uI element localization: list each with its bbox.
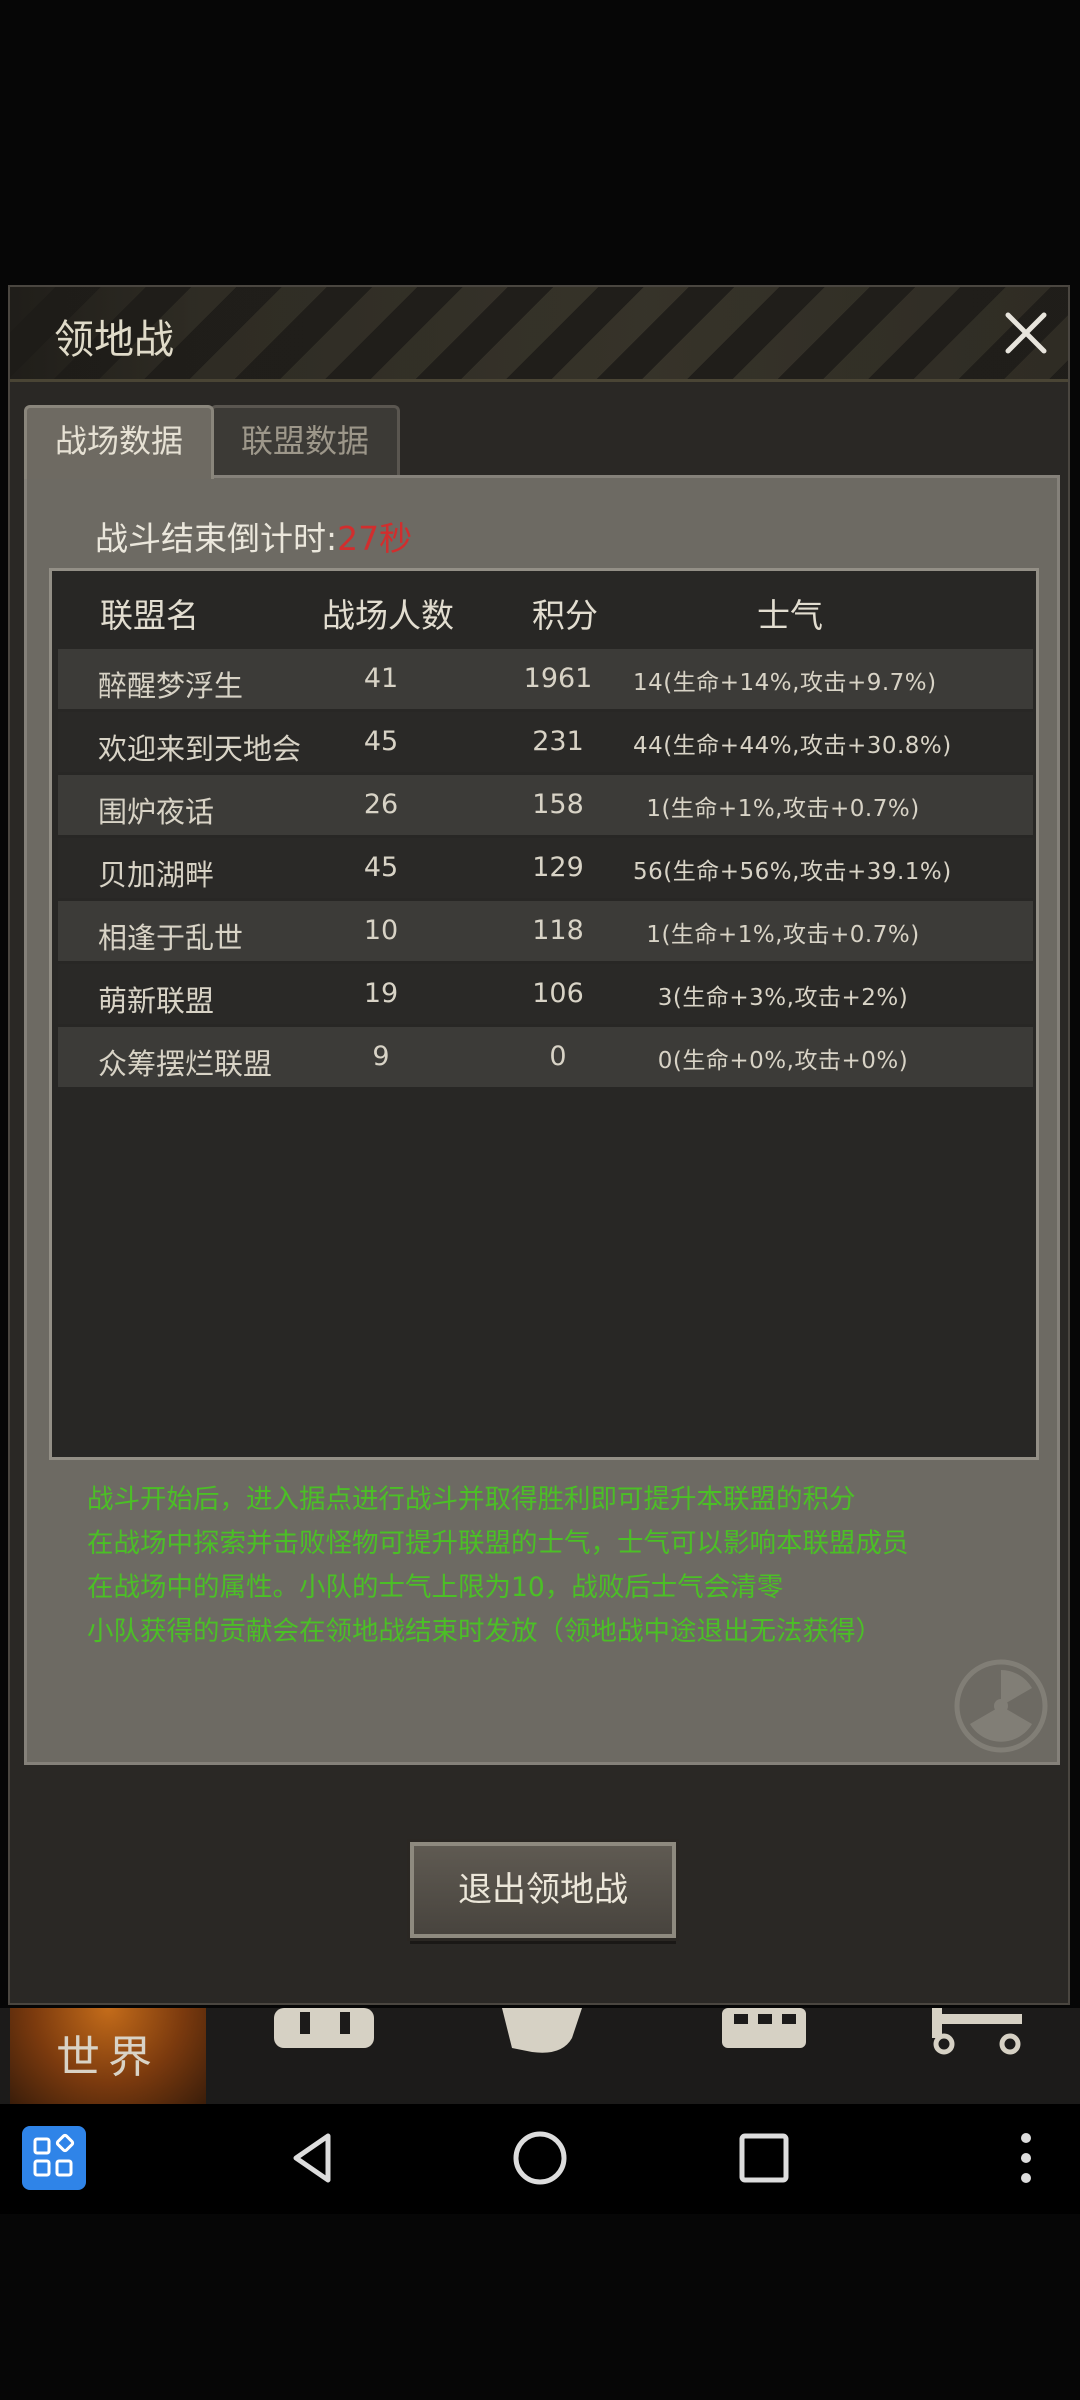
battlefield-count: 45 — [363, 726, 399, 757]
battlefield-count: 41 — [363, 663, 399, 694]
header-score: 积分 — [532, 596, 598, 635]
home-icon[interactable] — [508, 2126, 572, 2190]
alliance-score: 158 — [532, 789, 584, 820]
alliance-score: 118 — [532, 915, 584, 946]
alliance-morale: 3(生命+3%,攻击+2%) — [657, 985, 909, 1011]
battlefield-count: 26 — [363, 789, 399, 820]
alliance-score: 1961 — [523, 663, 593, 694]
apps-icon — [33, 2133, 75, 2177]
table-row: 相逢于乱世 10 118 1(生命+1%,攻击+0.7%) — [58, 901, 1033, 961]
header-morale: 士气 — [757, 596, 823, 635]
alliance-morale: 14(生命+14%,攻击+9.7%) — [633, 670, 937, 696]
tab-battlefield-data[interactable]: 战场数据 — [24, 405, 214, 479]
apps-button[interactable] — [22, 2126, 86, 2190]
alliance-morale: 56(生命+56%,攻击+39.1%) — [633, 859, 952, 885]
alliance-name: 萌新联盟 — [98, 984, 215, 1018]
alliance-name: 贝加湖畔 — [98, 858, 215, 892]
system-navigation-bar — [0, 2104, 1080, 2214]
recents-icon[interactable] — [732, 2126, 796, 2190]
battlefield-panel: 战斗结束倒计时:27秒 联盟名 战场人数 积分 士气 醉醒梦浮生 41 1961… — [24, 475, 1060, 1765]
alliance-name: 欢迎来到天地会 — [98, 732, 302, 766]
countdown-label: 战斗结束倒计时: — [95, 519, 338, 558]
alliance-name: 围炉夜话 — [98, 795, 215, 829]
character-icon[interactable] — [492, 2008, 602, 2068]
countdown-value: 27秒 — [337, 519, 413, 558]
title-bar: 领地战 — [10, 287, 1068, 382]
battlefield-count: 10 — [363, 915, 399, 946]
building-icon[interactable] — [712, 2008, 822, 2068]
battle-rules-notes: 战斗开始后，进入据点进行战斗并取得胜利即可提升本联盟的积分 在战场中探索并击败怪… — [87, 1478, 1027, 1654]
rule-line: 在战场中的属性。小队的士气上限为10，战败后士气会清零 — [87, 1572, 784, 1603]
table-row: 萌新联盟 19 106 3(生命+3%,攻击+2%) — [58, 964, 1033, 1024]
header-alliance-name: 联盟名 — [100, 596, 199, 635]
alliance-score: 106 — [532, 978, 584, 1009]
vehicle-icon[interactable] — [922, 2008, 1032, 2068]
table-row: 醉醒梦浮生 41 1961 14(生命+14%,攻击+9.7%) — [58, 649, 1033, 709]
alliance-morale: 1(生命+1%,攻击+0.7%) — [646, 922, 920, 948]
rule-line: 小队获得的贡献会在领地战结束时发放（领地战中途退出无法获得） — [87, 1616, 882, 1647]
backpack-icon[interactable] — [270, 2008, 380, 2068]
alliance-score: 231 — [532, 726, 584, 757]
back-icon[interactable] — [282, 2126, 346, 2190]
header-battlefield-count: 战场人数 — [322, 596, 454, 635]
alliance-ranking-table: 联盟名 战场人数 积分 士气 醉醒梦浮生 41 1961 14(生命+14%,攻… — [49, 568, 1039, 1460]
exit-territory-war-button[interactable]: 退出领地战 — [410, 1842, 676, 1938]
alliance-morale: 0(生命+0%,攻击+0%) — [657, 1048, 909, 1074]
rule-line: 在战场中探索并击败怪物可提升联盟的士气，士气可以影响本联盟成员 — [87, 1528, 909, 1559]
rule-line: 战斗开始后，进入据点进行战斗并取得胜利即可提升本联盟的积分 — [87, 1484, 856, 1515]
close-icon — [1005, 312, 1047, 354]
game-bottom-nav: 世界 — [0, 2008, 1080, 2104]
battlefield-count: 45 — [363, 852, 399, 883]
nav-world-label: 世界 — [56, 2032, 160, 2083]
table-header: 联盟名 战场人数 积分 士气 — [52, 571, 1036, 649]
table-row: 欢迎来到天地会 45 231 44(生命+44%,攻击+30.8%) — [58, 712, 1033, 772]
close-button[interactable] — [998, 305, 1054, 361]
alliance-name: 相逢于乱世 — [98, 921, 244, 955]
tab-alliance-data[interactable]: 联盟数据 — [210, 405, 400, 479]
battlefield-count: 19 — [363, 978, 399, 1009]
dialog-title: 领地战 — [54, 317, 174, 363]
radiation-icon — [954, 1659, 1048, 1753]
table-row: 众筹摆烂联盟 9 0 0(生命+0%,攻击+0%) — [58, 1027, 1033, 1087]
alliance-morale: 44(生命+44%,攻击+30.8%) — [633, 733, 952, 759]
table-row: 贝加湖畔 45 129 56(生命+56%,攻击+39.1%) — [58, 838, 1033, 898]
alliance-score: 129 — [532, 852, 584, 883]
battlefield-count: 9 — [372, 1041, 390, 1072]
alliance-score: 0 — [549, 1041, 567, 1072]
battle-countdown: 战斗结束倒计时:27秒 — [95, 512, 412, 560]
more-icon[interactable] — [994, 2126, 1058, 2190]
territory-war-dialog: 领地战 战场数据 联盟数据 战斗结束倒计时:27秒 联盟名 战场人数 积分 士气… — [8, 285, 1070, 2005]
table-row: 围炉夜话 26 158 1(生命+1%,攻击+0.7%) — [58, 775, 1033, 835]
alliance-morale: 1(生命+1%,攻击+0.7%) — [646, 796, 920, 822]
alliance-name: 醉醒梦浮生 — [98, 669, 244, 703]
nav-world[interactable]: 世界 — [10, 2008, 206, 2104]
alliance-name: 众筹摆烂联盟 — [98, 1047, 273, 1081]
